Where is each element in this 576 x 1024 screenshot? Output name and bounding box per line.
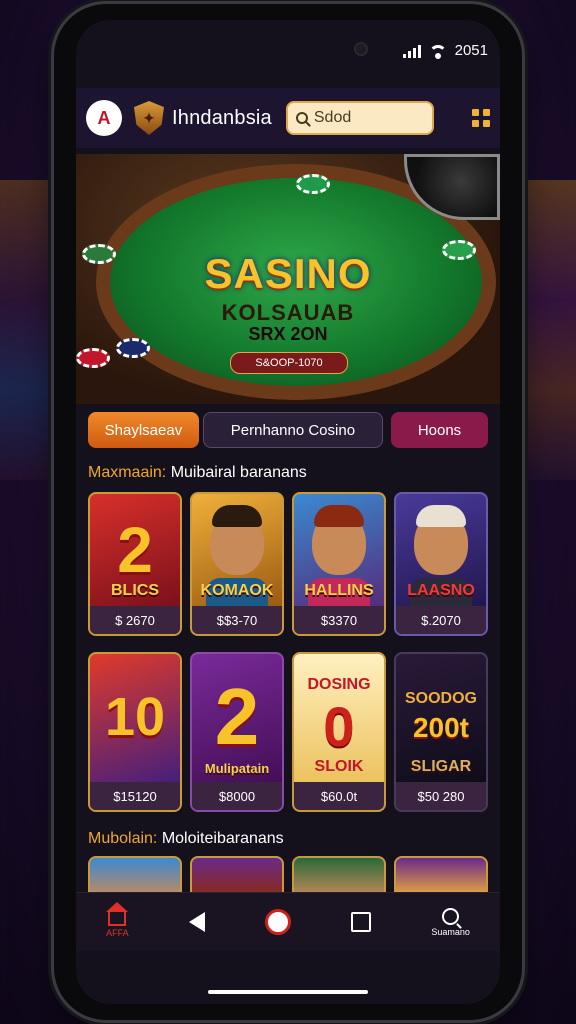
game-card[interactable]: KOMAOK $$3-70: [190, 492, 284, 636]
game-card-top-text: SOODOG: [404, 690, 477, 707]
record-icon: [264, 909, 291, 935]
game-card-number: 2: [117, 514, 153, 586]
square-icon: [351, 912, 372, 932]
menu-grid-icon[interactable]: [472, 109, 490, 127]
search-placeholder: Sdod: [313, 109, 352, 126]
nav-search[interactable]: Suamano: [431, 907, 470, 937]
game-card-price: $.2070: [396, 606, 486, 634]
game-card-title: SLIGAR: [410, 758, 472, 775]
game-card[interactable]: LAASNO $.2070: [394, 492, 488, 636]
app-header: A ✦ Ihndanbsia Sdod: [76, 88, 500, 148]
game-card-mid-text: 200t: [412, 712, 470, 743]
section-title: Mubolain: Moloiteibaranans: [88, 830, 284, 848]
section-title-text: Moloiteibaranans: [157, 830, 284, 847]
wifi-icon: [428, 44, 447, 59]
tab-shaylsaeav[interactable]: Shaylsaeav: [88, 412, 199, 448]
game-card[interactable]: DOSING 0 SLOIK $60.0t: [292, 652, 386, 812]
game-card-number: 0: [323, 694, 355, 758]
character-portrait: [414, 505, 468, 575]
game-card-title: KOMAOK: [200, 582, 274, 599]
hero-title: SASINO: [204, 250, 372, 297]
category-tabs: Shaylsaeav Pernhanno Cosino Hoons: [88, 412, 488, 450]
status-bar: 2051: [76, 20, 500, 88]
nav-home-label: AFFA: [106, 928, 129, 938]
game-card-title: LAASNO: [407, 582, 475, 599]
app-logo[interactable]: A: [86, 100, 122, 136]
hero-subtitle: KOLSAUAB: [221, 300, 355, 325]
poker-chip: [296, 174, 330, 194]
hero-banner[interactable]: SASINO KOLSAUAB SRX 2ON S&OOP-1070: [76, 154, 500, 404]
search-input[interactable]: Sdod: [285, 101, 434, 135]
background-slot-machine-left: [0, 180, 60, 480]
game-card-price: $ 2670: [90, 606, 180, 634]
game-card-title: SLOIK: [314, 758, 364, 775]
nav-recents[interactable]: [351, 912, 372, 932]
game-card[interactable]: 2 Mulipatain $8000: [190, 652, 284, 812]
brand-name: Ihndanbsia: [172, 106, 272, 129]
game-card-title: Mulipatain: [204, 761, 270, 776]
status-icons: 2051: [402, 42, 488, 59]
game-row: 2 BLICS $ 2670 KOMAOK $$3-70 HALLINS $33…: [88, 492, 488, 636]
game-card[interactable]: HALLINS $3370: [292, 492, 386, 636]
game-row: 10 $15120 2 Mulipatain $8000 DOSING 0 SL…: [88, 652, 488, 812]
front-camera: [354, 42, 368, 56]
bottom-nav: AFFA Suamano: [76, 892, 500, 951]
game-card-price: $3370: [294, 606, 384, 634]
game-card[interactable]: SOODOG 200t SLIGAR $50 280: [394, 652, 488, 812]
game-card-price: $15120: [90, 782, 180, 810]
hero-subtitle-2: SRX 2ON: [248, 324, 328, 344]
section-title-text: Muibairal baranans: [166, 464, 307, 481]
home-indicator[interactable]: [208, 990, 368, 994]
game-card-number: 2: [214, 672, 260, 761]
game-card-number: 10: [104, 687, 166, 747]
phone-screen: 2051 A ✦ Ihndanbsia Sdod SASINO KOLSAUAB…: [76, 20, 500, 1004]
shield-icon: ✦: [134, 101, 164, 135]
nav-back[interactable]: [188, 912, 205, 932]
section-title-highlight: Maxmaain:: [88, 464, 167, 481]
status-time: 2051: [454, 42, 488, 59]
game-card[interactable]: 2 BLICS $ 2670: [88, 492, 182, 636]
game-card-top-text: DOSING: [307, 675, 371, 693]
back-icon: [188, 912, 205, 932]
nav-home[interactable]: AFFA: [106, 902, 129, 938]
character-portrait: [210, 505, 264, 575]
game-card-title: HALLINS: [304, 582, 374, 599]
game-card-title: BLICS: [111, 582, 159, 599]
section-title: Maxmaain: Muibairal baranans: [88, 464, 307, 482]
game-card-price: $50 280: [396, 782, 486, 810]
search-icon: [442, 907, 460, 925]
phone-frame: 2051 A ✦ Ihndanbsia Sdod SASINO KOLSAUAB…: [54, 4, 522, 1020]
game-card-price: $$3-70: [192, 606, 282, 634]
section-title-highlight: Mubolain:: [88, 830, 158, 847]
nav-record[interactable]: [264, 909, 291, 935]
character-portrait: [312, 505, 366, 575]
game-card[interactable]: 10 $15120: [88, 652, 182, 812]
search-icon: [295, 112, 308, 124]
game-card-price: $8000: [192, 782, 282, 810]
tab-hoons[interactable]: Hoons: [391, 412, 488, 448]
game-card-price: $60.0t: [294, 782, 384, 810]
logo-glyph: A: [97, 107, 111, 128]
tab-pernhanno-cosino[interactable]: Pernhanno Cosino: [202, 412, 383, 448]
background-slot-machine-right: [516, 180, 576, 480]
nav-search-label: Suamano: [431, 926, 470, 937]
poker-chip: [76, 348, 110, 368]
signal-icon: [402, 44, 421, 58]
game-card-art: 10: [90, 654, 180, 780]
home-icon: [106, 902, 129, 926]
hero-badge: S&OOP-1070: [230, 352, 348, 374]
